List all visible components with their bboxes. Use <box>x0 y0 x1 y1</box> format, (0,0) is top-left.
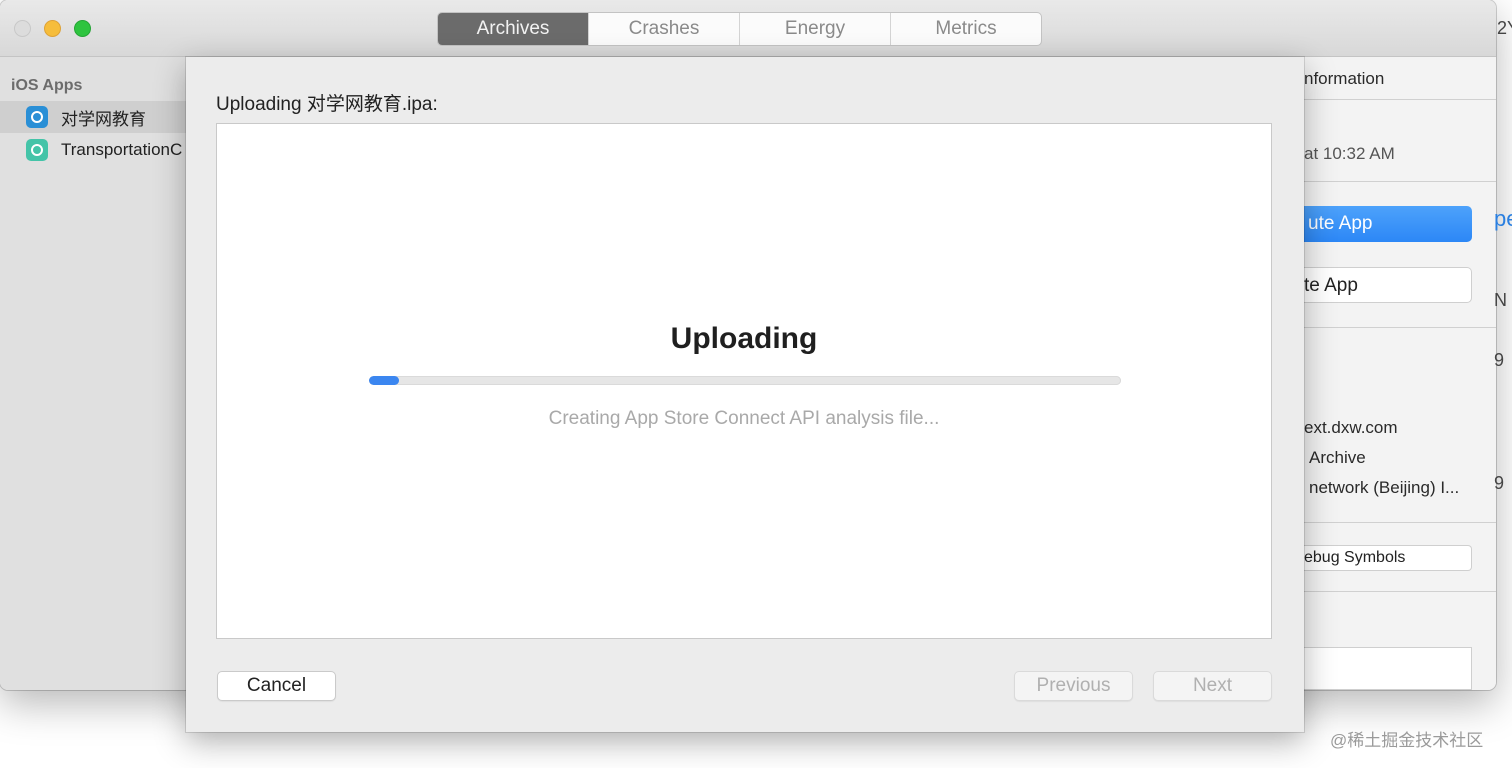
titlebar: Archives Crashes Energy Metrics <box>0 0 1496 57</box>
sidebar-item-label: TransportationC <box>61 140 183 159</box>
divider <box>1304 181 1496 182</box>
upload-status-text: Creating App Store Connect API analysis … <box>548 408 940 429</box>
tab-archives[interactable]: Archives <box>438 13 588 45</box>
information-header: nformation <box>1304 69 1385 88</box>
zoom-window-button[interactable] <box>74 20 91 37</box>
previous-button[interactable]: Previous <box>1014 671 1133 701</box>
archive-date: at 10:32 AM <box>1304 144 1395 163</box>
sidebar-item-label: 对学网教育 <box>61 109 146 129</box>
edge-fragment-n: N <box>1494 290 1507 310</box>
app-icon-blue <box>26 106 48 128</box>
edge-fragment-9b: 9 <box>1494 473 1505 493</box>
team-name: network (Beijing) I... <box>1309 478 1460 497</box>
divider <box>1304 522 1496 523</box>
divider <box>1304 99 1496 100</box>
organizer-tabs: Archives Crashes Energy Metrics <box>437 12 1042 46</box>
divider <box>1304 591 1496 592</box>
sheet-title: Uploading 对学网教育.ipa: <box>216 94 438 115</box>
next-button[interactable]: Next <box>1153 671 1272 701</box>
bundle-identifier: ext.dxw.com <box>1304 418 1398 437</box>
sidebar-item-app-2[interactable]: TransportationC <box>0 134 186 166</box>
app-icon-teal <box>26 139 48 161</box>
edge-fragment-top: 2Y <box>1497 18 1512 38</box>
edge-fragment-9a: 9 <box>1494 350 1505 370</box>
download-debug-symbols-button[interactable]: ebug Symbols <box>1304 545 1472 571</box>
tab-crashes[interactable]: Crashes <box>588 13 739 45</box>
upload-content-area: Uploading Creating App Store Connect API… <box>216 123 1272 639</box>
tab-metrics[interactable]: Metrics <box>890 13 1041 45</box>
upload-progress-bar <box>369 376 1121 385</box>
sidebar-header: iOS Apps <box>11 77 83 94</box>
cancel-button[interactable]: Cancel <box>217 671 336 701</box>
close-window-button[interactable] <box>14 20 31 37</box>
distribute-app-button[interactable]: ute App <box>1304 206 1472 242</box>
sidebar: iOS Apps 对学网教育 TransportationC <box>0 57 186 690</box>
edge-fragment-link: pe <box>1494 206 1512 231</box>
archive-type: Archive <box>1309 448 1366 467</box>
comment-box[interactable] <box>1304 647 1472 690</box>
upload-sheet: Uploading 对学网教育.ipa: Uploading Creating … <box>186 57 1304 732</box>
upload-progress-fill <box>369 376 400 385</box>
minimize-window-button[interactable] <box>44 20 61 37</box>
validate-app-button[interactable]: te App <box>1304 267 1472 303</box>
watermark: @稀土掘金技术社区 <box>1330 731 1484 750</box>
divider <box>1304 327 1496 328</box>
uploading-heading: Uploading <box>670 322 818 355</box>
sidebar-item-app-1[interactable]: 对学网教育 <box>0 101 186 133</box>
tab-energy[interactable]: Energy <box>739 13 890 45</box>
archive-info-panel: nformation at 10:32 AM ute App te App ex… <box>1304 57 1496 690</box>
